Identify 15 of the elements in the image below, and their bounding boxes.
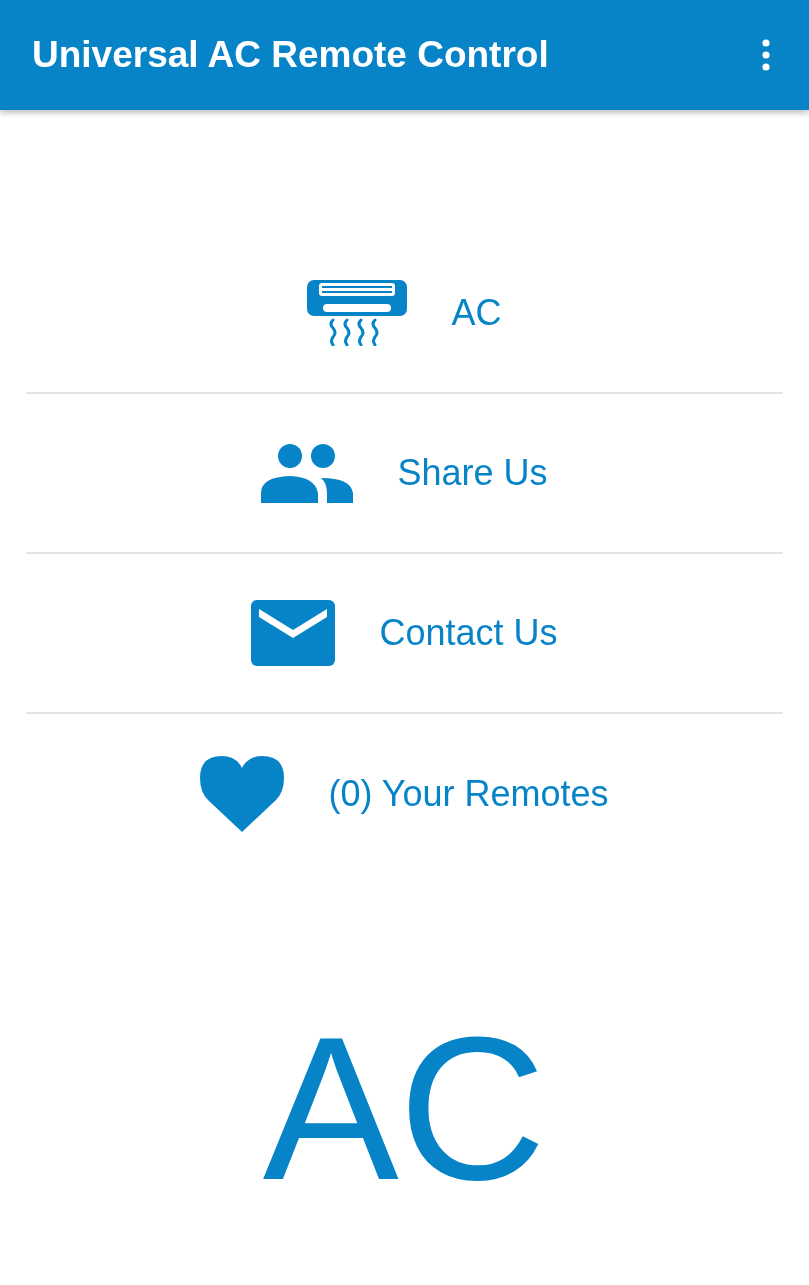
menu-item-label: AC bbox=[451, 292, 502, 334]
menu-item[interactable]: AC bbox=[26, 234, 783, 394]
menu-item-label: Share Us bbox=[397, 452, 548, 494]
envelope-icon bbox=[251, 600, 336, 666]
menu-item[interactable]: Contact Us bbox=[26, 554, 783, 714]
app-title: Universal AC Remote Control bbox=[32, 34, 549, 76]
air-conditioner-icon bbox=[307, 280, 408, 346]
menu-item-label: Contact Us bbox=[379, 612, 558, 654]
logo-text: AC bbox=[261, 1006, 548, 1210]
menu-item-label: (0) Your Remotes bbox=[328, 773, 609, 815]
heart-icon bbox=[200, 756, 285, 832]
menu-item[interactable]: (0) Your Remotes bbox=[26, 714, 783, 874]
people-icon bbox=[261, 443, 354, 503]
menu-item[interactable]: Share Us bbox=[26, 394, 783, 554]
more-options-icon[interactable] bbox=[761, 39, 771, 71]
